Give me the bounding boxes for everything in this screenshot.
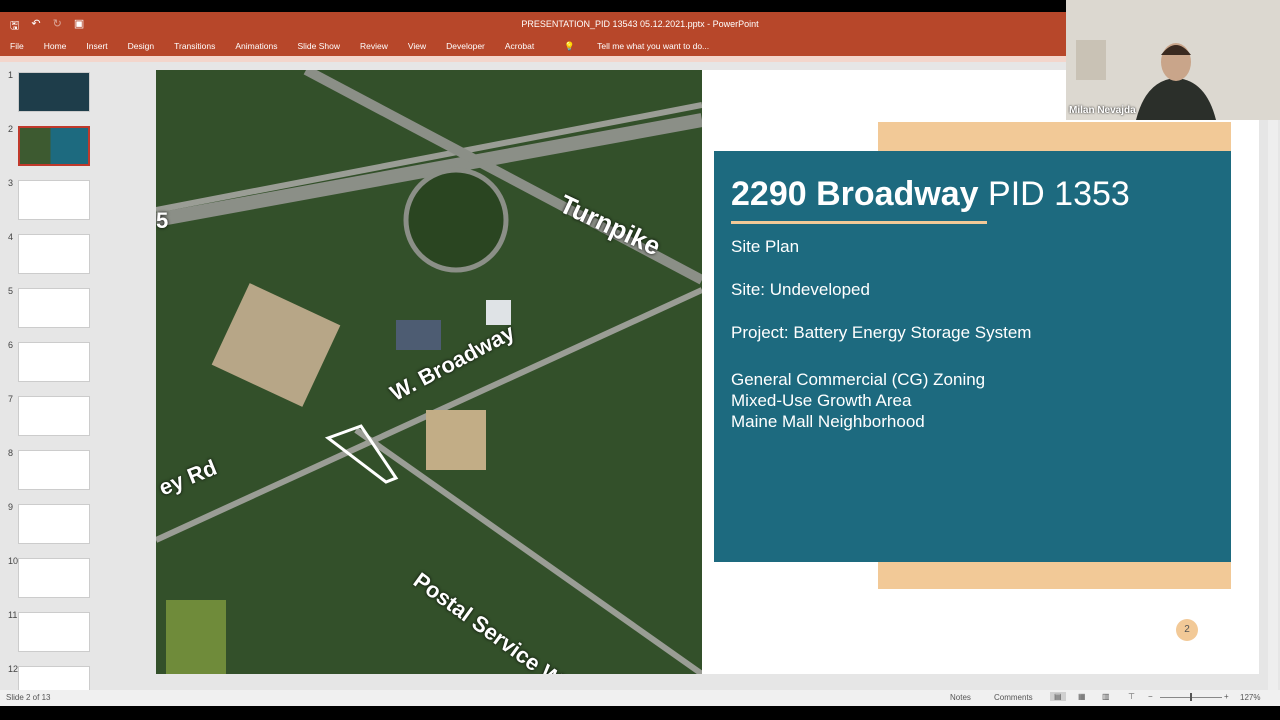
slide-thumbnails-pane: 1 2 3 4 5 6 7 8 9 10 11 12 bbox=[0, 62, 114, 706]
bottom-black-bar bbox=[0, 706, 1280, 720]
thumbnail-number: 9 bbox=[8, 502, 14, 512]
slide-thumbnail[interactable] bbox=[18, 72, 90, 112]
tab-home[interactable]: Home bbox=[34, 41, 77, 51]
map-label-5: 5 bbox=[156, 208, 169, 233]
zoom-out-button[interactable]: − bbox=[1148, 692, 1153, 701]
slide-title: 2290 Broadway PID 1353 bbox=[731, 175, 1130, 214]
lightbulb-icon: 💡 bbox=[564, 40, 575, 51]
normal-view-icon[interactable]: ▤ bbox=[1050, 692, 1066, 701]
info-panel: 2290 Broadway PID 1353 Site Plan Site: U… bbox=[714, 151, 1231, 562]
thumbnail-number: 11 bbox=[8, 610, 18, 620]
tab-acrobat[interactable]: Acrobat bbox=[495, 41, 544, 51]
zoom-in-button[interactable]: + bbox=[1224, 692, 1229, 701]
slide-thumbnail[interactable] bbox=[18, 504, 90, 544]
slide-thumbnail[interactable] bbox=[18, 396, 90, 436]
slide-sorter-icon[interactable]: ▦ bbox=[1078, 692, 1086, 701]
slide-canvas: Turnpike W. Broadway ey Rd Postal Servic… bbox=[156, 70, 1259, 674]
slide-thumbnail[interactable] bbox=[18, 234, 90, 274]
line-site-plan: Site Plan bbox=[731, 237, 800, 256]
thumbnail-number: 7 bbox=[8, 394, 14, 404]
thumbnail-number: 4 bbox=[8, 232, 14, 242]
accent-bar-bottom bbox=[878, 562, 1231, 589]
tab-slide-show[interactable]: Slide Show bbox=[287, 41, 350, 51]
line-growth-area: Mixed-Use Growth Area bbox=[731, 391, 912, 410]
zoom-slider-thumb[interactable] bbox=[1190, 693, 1192, 701]
tab-design[interactable]: Design bbox=[118, 41, 164, 51]
slide-thumbnail[interactable] bbox=[18, 558, 90, 598]
title-pid: PID 1353 bbox=[988, 175, 1130, 213]
line-zoning: General Commercial (CG) Zoning bbox=[731, 370, 986, 389]
thumbnail-number: 2 bbox=[8, 124, 14, 134]
slide-thumbnail[interactable] bbox=[18, 450, 90, 490]
person-video bbox=[1066, 0, 1280, 120]
comments-button[interactable]: Comments bbox=[994, 693, 1033, 702]
slide-thumbnail[interactable] bbox=[18, 612, 90, 652]
tab-file[interactable]: File bbox=[0, 41, 34, 51]
slide-thumbnail[interactable] bbox=[18, 180, 90, 220]
slide-thumbnail[interactable] bbox=[18, 288, 90, 328]
line-site-status: Site: Undeveloped bbox=[731, 280, 870, 299]
page-number-badge: 2 bbox=[1176, 619, 1198, 641]
tell-me-box[interactable]: 💡 Tell me what you want to do... bbox=[544, 41, 729, 52]
webcam-overlay: Milan Nevajda bbox=[1066, 0, 1280, 120]
thumbnail-number: 5 bbox=[8, 286, 14, 296]
tab-insert[interactable]: Insert bbox=[76, 41, 117, 51]
participant-name: Milan Nevajda bbox=[1069, 105, 1136, 116]
notes-button[interactable]: Notes bbox=[950, 693, 971, 702]
tab-animations[interactable]: Animations bbox=[225, 41, 287, 51]
line-project: Project: Battery Energy Storage System bbox=[731, 323, 1032, 342]
accent-bar-top bbox=[878, 122, 1231, 152]
slideshow-icon[interactable]: ⊤ bbox=[1128, 692, 1135, 701]
thumbnail-number: 8 bbox=[8, 448, 14, 458]
thumbnail-number: 6 bbox=[8, 340, 14, 350]
slide-thumbnail[interactable] bbox=[18, 342, 90, 382]
tab-view[interactable]: View bbox=[398, 41, 436, 51]
thumbnail-number: 10 bbox=[8, 556, 19, 566]
vertical-scrollbar[interactable] bbox=[1268, 120, 1278, 690]
reading-view-icon[interactable]: ▥ bbox=[1102, 692, 1110, 701]
tab-review[interactable]: Review bbox=[350, 41, 398, 51]
status-bar: Slide 2 of 13 Notes Comments ▤ ▦ ▥ ⊤ − +… bbox=[0, 690, 1280, 706]
thumbnail-number: 3 bbox=[8, 178, 14, 188]
zoom-level[interactable]: 127% bbox=[1240, 693, 1260, 702]
line-neighborhood: Maine Mall Neighborhood bbox=[731, 412, 925, 431]
slide-thumbnail[interactable] bbox=[18, 126, 90, 166]
aerial-map: Turnpike W. Broadway ey Rd Postal Servic… bbox=[156, 70, 702, 674]
tab-developer[interactable]: Developer bbox=[436, 41, 495, 51]
title-address: 2290 Broadway bbox=[731, 175, 979, 213]
tell-me-text: Tell me what you want to do... bbox=[597, 40, 710, 51]
thumbnail-number: 1 bbox=[8, 70, 14, 80]
title-underline bbox=[731, 221, 987, 224]
thumbnail-number: 12 bbox=[8, 664, 19, 674]
tab-transitions[interactable]: Transitions bbox=[164, 41, 225, 51]
slide-counter: Slide 2 of 13 bbox=[6, 693, 51, 702]
